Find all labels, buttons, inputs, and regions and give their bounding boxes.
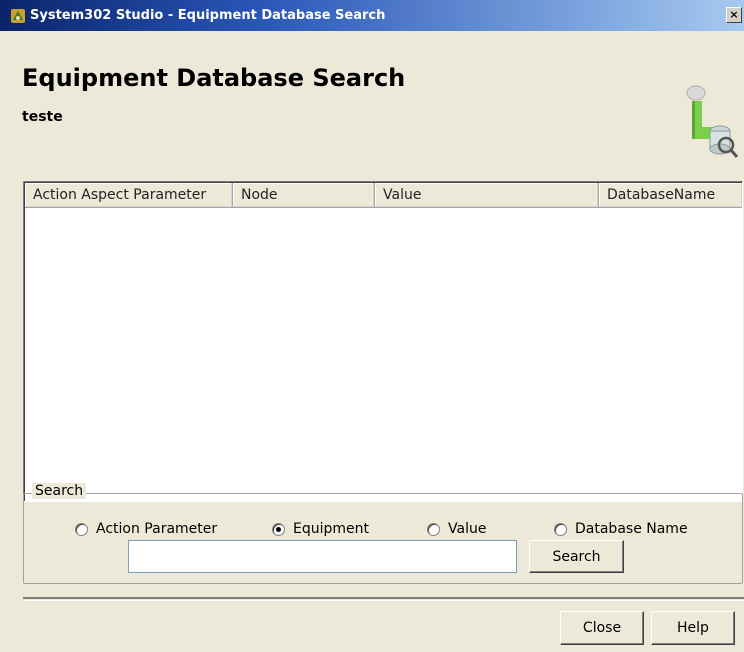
close-button[interactable]: Close xyxy=(560,611,644,645)
column-header-node[interactable]: Node xyxy=(233,183,375,208)
radio-action-parameter[interactable]: Action Parameter xyxy=(75,519,217,539)
radio-button-icon xyxy=(272,522,285,536)
radio-label: Value xyxy=(448,521,487,537)
search-button[interactable]: Search xyxy=(529,540,624,573)
radio-value[interactable]: Value xyxy=(427,519,486,539)
search-input[interactable] xyxy=(128,540,517,573)
results-list[interactable]: Action Aspect Parameter Node Value Datab… xyxy=(23,181,743,502)
title-bar[interactable]: System302 Studio - Equipment Database Se… xyxy=(0,0,744,31)
radio-button-icon xyxy=(427,522,440,536)
radio-equipment[interactable]: Equipment xyxy=(272,519,369,539)
app-icon xyxy=(11,9,25,23)
radio-selected-dot xyxy=(276,526,281,532)
window-title: System302 Studio - Equipment Database Se… xyxy=(30,8,386,23)
column-header-action-aspect-parameter[interactable]: Action Aspect Parameter xyxy=(25,183,233,208)
radio-label: Database Name xyxy=(575,521,688,537)
search-group-label: Search xyxy=(32,483,87,499)
radio-label: Action Parameter xyxy=(96,521,218,537)
radio-label: Equipment xyxy=(293,521,369,537)
radio-button-icon xyxy=(554,522,567,536)
radio-button-icon xyxy=(75,522,88,536)
divider xyxy=(23,597,744,601)
list-header: Action Aspect Parameter Node Value Datab… xyxy=(25,183,742,208)
column-header-database-name[interactable]: DatabaseName xyxy=(599,183,742,208)
close-window-button[interactable]: × xyxy=(726,7,742,23)
database-search-icon xyxy=(686,85,739,158)
help-button[interactable]: Help xyxy=(651,611,735,645)
equipment-name: teste xyxy=(22,109,63,125)
column-header-value[interactable]: Value xyxy=(375,183,599,208)
radio-database-name[interactable]: Database Name xyxy=(554,519,688,539)
page-title: Equipment Database Search xyxy=(22,64,406,92)
